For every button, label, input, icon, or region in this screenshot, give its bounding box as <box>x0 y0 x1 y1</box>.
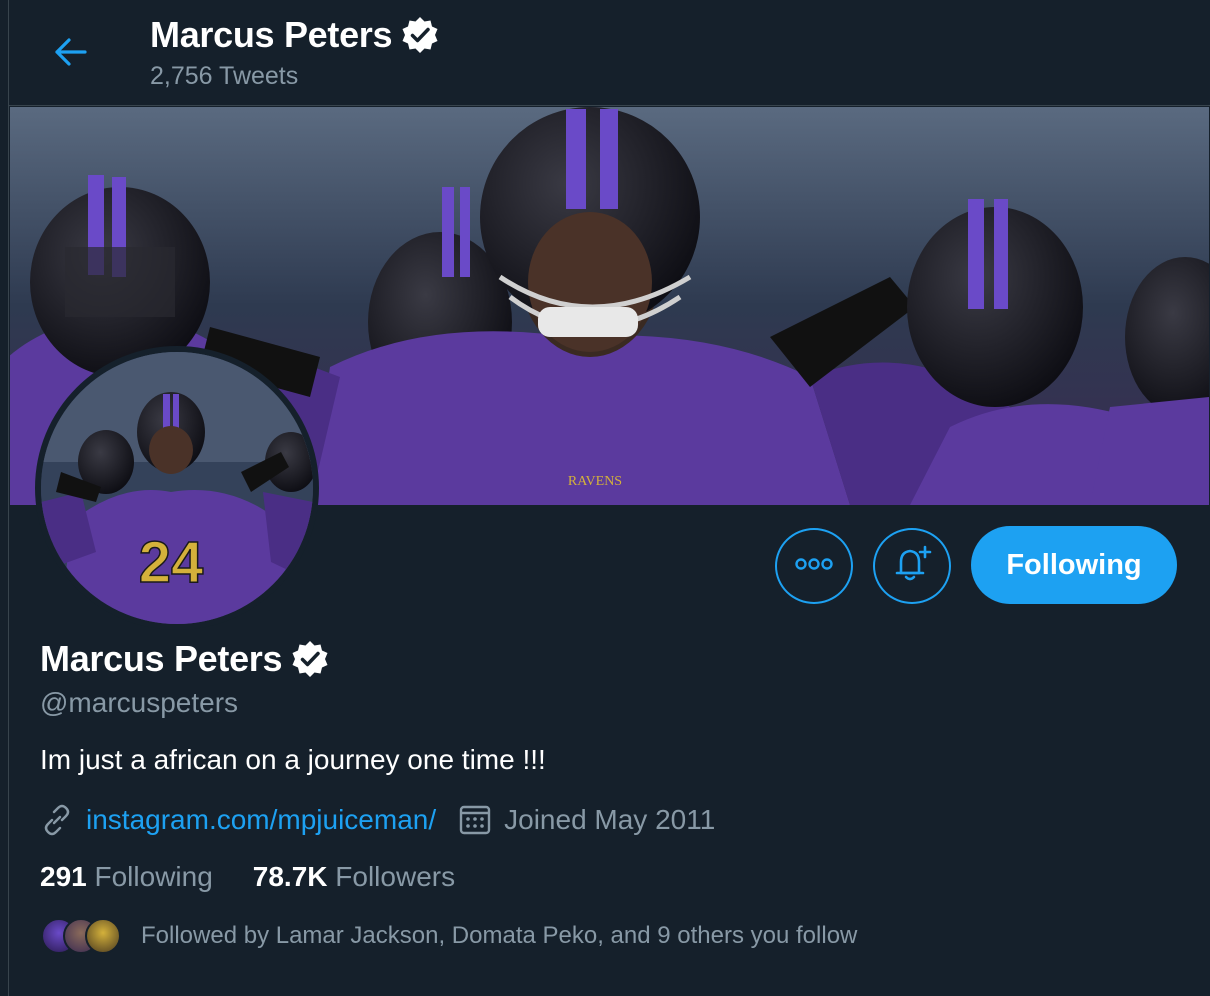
profile-page: Marcus Peters 2,756 Tweets RAVENS 24 Fol… <box>8 0 1210 996</box>
following-stat[interactable]: 291 Following <box>40 861 213 893</box>
back-arrow-icon <box>54 37 88 72</box>
profile-stats: 291 Following 78.7K Followers <box>40 861 455 893</box>
profile-handle: @marcuspeters <box>40 687 239 718</box>
calendar-icon <box>458 803 492 837</box>
verified-badge-icon <box>290 639 330 679</box>
more-options-icon <box>794 557 834 576</box>
bell-plus-icon <box>891 543 933 590</box>
followed-by-text[interactable]: Followed by Lamar Jackson, Domata Peko, … <box>141 922 857 950</box>
profile-bio: Im just a african on a journey one time … <box>40 744 546 775</box>
followers-label: Followers <box>335 861 456 892</box>
followers-count: 78.7K <box>252 861 328 892</box>
profile-avatar[interactable]: 24 <box>35 346 319 630</box>
profile-header: Marcus Peters 2,756 Tweets <box>9 0 1210 106</box>
notifications-button[interactable] <box>873 528 951 604</box>
header-name-text: Marcus Peters <box>150 14 393 55</box>
following-count: 291 <box>40 861 87 892</box>
svg-text:RAVENS: RAVENS <box>568 474 622 489</box>
link-icon <box>40 803 74 837</box>
followers-stat[interactable]: 78.7K Followers <box>253 861 455 893</box>
followed-by-row: Followed by Lamar Jackson, Domata Peko, … <box>41 916 857 956</box>
more-options-button[interactable] <box>775 528 853 604</box>
profile-meta: instagram.com/mpjuiceman/ Joined May 201… <box>40 803 715 837</box>
avatar-image: 24 <box>41 352 313 624</box>
avatar <box>85 918 121 954</box>
header-title: Marcus Peters <box>150 14 440 56</box>
mutual-avatars[interactable] <box>41 916 123 956</box>
joined-date: Joined May 2011 <box>504 804 716 835</box>
profile-website-link[interactable]: instagram.com/mpjuiceman/ <box>86 804 436 836</box>
profile-name: Marcus Peters <box>40 638 330 680</box>
tweet-count: 2,756 Tweets <box>150 62 299 90</box>
verified-badge-icon <box>400 15 440 55</box>
following-label: Following <box>94 861 213 892</box>
jersey-number: 24 <box>139 530 204 595</box>
following-button[interactable]: Following <box>971 526 1177 604</box>
profile-name-text: Marcus Peters <box>40 638 283 679</box>
back-button[interactable] <box>47 30 95 78</box>
